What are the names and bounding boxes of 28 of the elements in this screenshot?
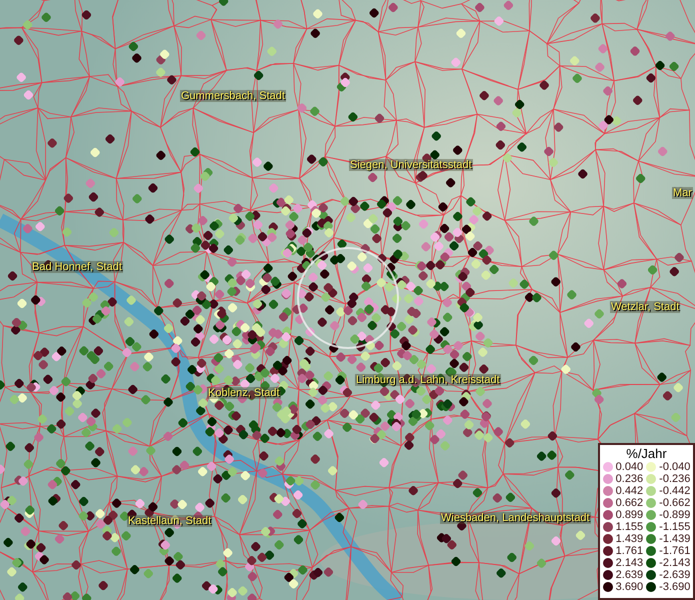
legend-value: -0.662 (659, 497, 690, 509)
city-label: Kastellaun, Stadt (127, 515, 212, 527)
legend-value: -1.155 (659, 521, 690, 533)
legend-value: -1.439 (659, 533, 690, 545)
legend-value: 0.236 (616, 473, 644, 485)
legend-value: 1.761 (616, 545, 644, 557)
legend-value: 1.439 (616, 533, 644, 545)
legend-value: -0.040 (659, 461, 690, 473)
legend-title: %/Jahr (626, 446, 667, 461)
legend-value: -0.899 (659, 509, 690, 521)
legend-value: -2.639 (659, 569, 690, 581)
legend-value: 0.899 (616, 509, 644, 521)
legend-value: 1.155 (616, 521, 644, 533)
legend-value: 0.040 (616, 461, 644, 473)
legend-value: -0.442 (659, 485, 690, 497)
legend-value: -3.690 (659, 581, 690, 593)
legend-value: 3.690 (616, 581, 644, 593)
legend-value: 2.143 (616, 557, 644, 569)
city-label: Wiesbaden, Landeshauptstadt (440, 512, 591, 524)
city-label: Gummersbach, Stadt (180, 90, 286, 102)
legend-value: 2.639 (616, 569, 644, 581)
legend-value: 0.662 (616, 497, 644, 509)
legend-value: 0.442 (616, 485, 644, 497)
legend-value: -1.761 (659, 545, 690, 557)
city-label: Mar (672, 187, 693, 199)
city-label: Bad Honnef, Stadt (31, 261, 123, 273)
legend-value: -2.143 (659, 557, 690, 569)
legend-value: -0.236 (659, 473, 690, 485)
